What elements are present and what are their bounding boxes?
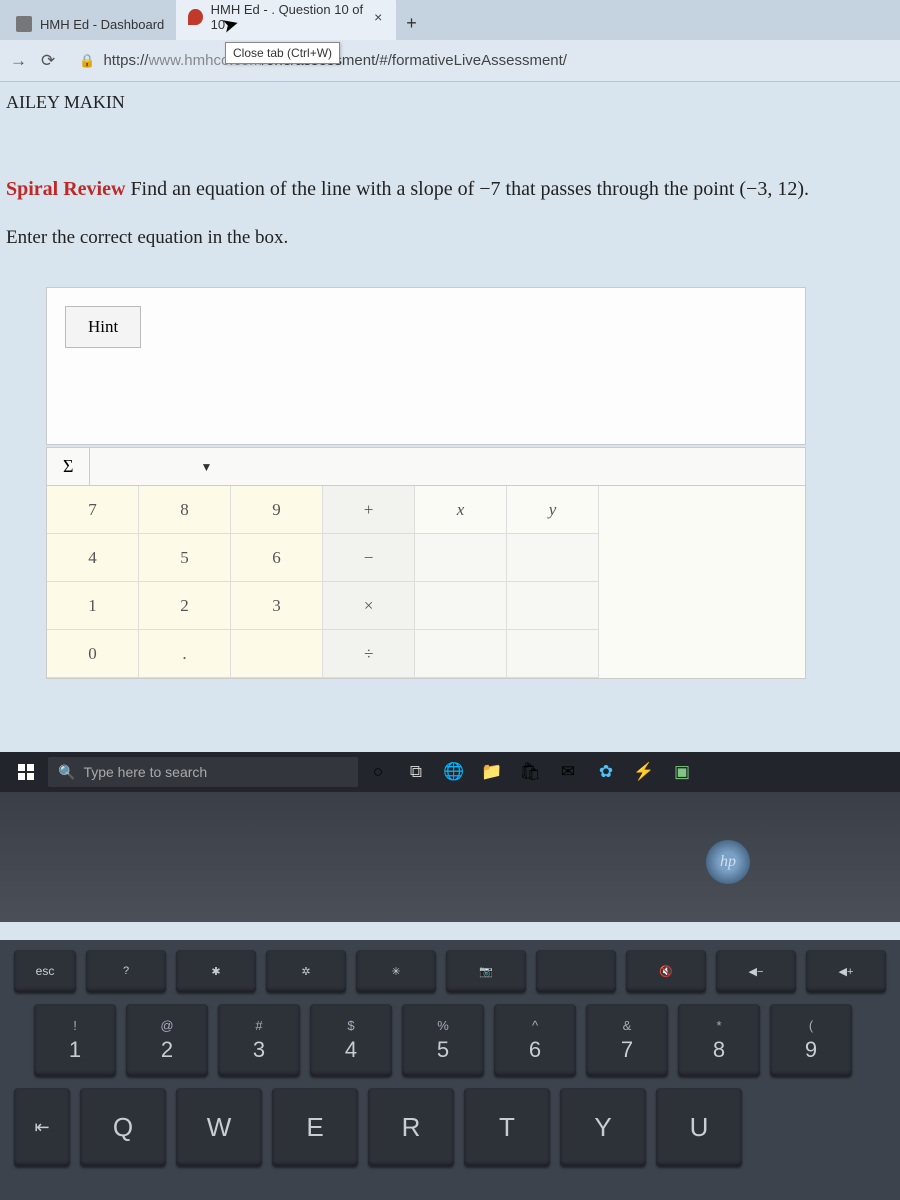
kb-6: ^6 [494, 1004, 576, 1076]
key-4[interactable]: 4 [47, 534, 139, 582]
mail-icon[interactable]: ✉ [550, 752, 586, 792]
kb-f9: ◀+ [806, 950, 886, 992]
answer-box: Hint [46, 287, 806, 445]
close-tab-button[interactable]: × [372, 9, 384, 25]
lock-icon: 🔒 [79, 53, 95, 69]
tab-title: HMH Ed - Dashboard [40, 17, 164, 32]
keypad-header: Σ ▼ [46, 447, 806, 485]
key-1[interactable]: 1 [47, 582, 139, 630]
key-7[interactable]: 7 [47, 486, 139, 534]
kb-7: &7 [586, 1004, 668, 1076]
reload-button[interactable]: ⟳ [41, 51, 55, 71]
kb-3: #3 [218, 1004, 300, 1076]
key-blank [231, 630, 323, 678]
key-2[interactable]: 2 [139, 582, 231, 630]
kb-tab: ⇤ [14, 1088, 70, 1166]
key-blank [507, 630, 599, 678]
key-0[interactable]: 0 [47, 630, 139, 678]
tab-favicon [16, 16, 32, 32]
kb-1: !1 [34, 1004, 116, 1076]
answer-input-area[interactable] [47, 366, 805, 444]
browser-tab-dashboard[interactable]: HMH Ed - Dashboard [4, 8, 176, 40]
key-8[interactable]: 8 [139, 486, 231, 534]
key-blank [415, 630, 507, 678]
key-6[interactable]: 6 [231, 534, 323, 582]
forward-button[interactable]: → [10, 51, 27, 71]
close-tab-tooltip: Close tab (Ctrl+W) [225, 42, 340, 64]
address-bar: → ⟳ 🔒 https://www.hmhco.com/one/assessme… [0, 40, 900, 82]
math-keypad: Σ ▼ 7 4 1 0 8 5 2 . 9 6 3 + [46, 447, 894, 679]
question-text: Spiral Review Find an equation of the li… [6, 173, 894, 205]
kb-f3: ✲ [266, 950, 346, 992]
app-icon[interactable]: ⚡ [626, 752, 662, 792]
taskbar-search[interactable]: 🔍 Type here to search [48, 757, 358, 787]
kb-w: W [176, 1088, 262, 1166]
kb-8: *8 [678, 1004, 760, 1076]
kb-q: Q [80, 1088, 166, 1166]
kb-t: T [464, 1088, 550, 1166]
kb-f5: 📷 [446, 950, 526, 992]
sigma-tab[interactable]: Σ [47, 448, 90, 485]
kb-esc: esc [14, 950, 76, 992]
key-blank [507, 534, 599, 582]
hp-logo: hp [706, 840, 750, 884]
laptop-bezel [0, 792, 900, 922]
key-5[interactable]: 5 [139, 534, 231, 582]
student-name: AILEY MAKIN [6, 92, 894, 113]
kb-f8: ◀− [716, 950, 796, 992]
search-icon: 🔍 [58, 764, 75, 781]
kb-9: (9 [770, 1004, 852, 1076]
tab-favicon [188, 9, 202, 25]
key-x[interactable]: x [415, 486, 507, 534]
page-content: AILEY MAKIN Spiral Review Find an equati… [0, 82, 900, 689]
kb-e: E [272, 1088, 358, 1166]
kb-f7: 🔇 [626, 950, 706, 992]
groupme-icon[interactable]: ✿ [588, 752, 624, 792]
kb-f4: ✳ [356, 950, 436, 992]
search-placeholder: Type here to search [83, 764, 207, 780]
cortana-icon[interactable]: ○ [360, 752, 396, 792]
spiral-review-label: Spiral Review [6, 178, 125, 200]
key-divide[interactable]: ÷ [323, 630, 415, 678]
app-icon-2[interactable]: ▣ [664, 752, 700, 792]
file-explorer-icon[interactable]: 📁 [474, 752, 510, 792]
kb-f1: ? [86, 950, 166, 992]
task-view-icon[interactable]: ⧉ [398, 752, 434, 792]
kb-r: R [368, 1088, 454, 1166]
key-plus[interactable]: + [323, 486, 415, 534]
key-times[interactable]: × [323, 582, 415, 630]
key-minus[interactable]: − [323, 534, 415, 582]
instruction-text: Enter the correct equation in the box. [6, 227, 894, 249]
new-tab-button[interactable]: + [396, 7, 427, 40]
key-dot[interactable]: . [139, 630, 231, 678]
kb-5: %5 [402, 1004, 484, 1076]
physical-keyboard: esc ? ✱ ✲ ✳ 📷 🔇 ◀− ◀+ !1 @2 #3 $4 %5 ^6 … [0, 940, 900, 1200]
keypad-dropdown[interactable]: ▼ [200, 460, 212, 474]
key-blank [415, 582, 507, 630]
url-field[interactable]: 🔒 https://www.hmhco.com/one/assessment/#… [69, 46, 890, 75]
key-3[interactable]: 3 [231, 582, 323, 630]
kb-y: Y [560, 1088, 646, 1166]
kb-f2: ✱ [176, 950, 256, 992]
keypad-grid: 7 4 1 0 8 5 2 . 9 6 3 + − × ÷ [46, 485, 806, 679]
windows-taskbar: 🔍 Type here to search ○ ⧉ 🌐 📁 🛍 ✉ ✿ ⚡ ▣ [0, 752, 900, 792]
hint-button[interactable]: Hint [65, 306, 141, 348]
kb-u: U [656, 1088, 742, 1166]
key-blank [507, 582, 599, 630]
browser-tab-question[interactable]: HMH Ed - . Question 10 of 10 × [176, 0, 396, 40]
kb-2: @2 [126, 1004, 208, 1076]
edge-icon[interactable]: 🌐 [436, 752, 472, 792]
start-button[interactable] [6, 752, 46, 792]
key-blank [415, 534, 507, 582]
browser-tab-bar: HMH Ed - Dashboard HMH Ed - . Question 1… [0, 0, 900, 40]
kb-4: $4 [310, 1004, 392, 1076]
key-9[interactable]: 9 [231, 486, 323, 534]
key-y[interactable]: y [507, 486, 599, 534]
kb-f6 [536, 950, 616, 992]
store-icon[interactable]: 🛍 [512, 752, 548, 792]
